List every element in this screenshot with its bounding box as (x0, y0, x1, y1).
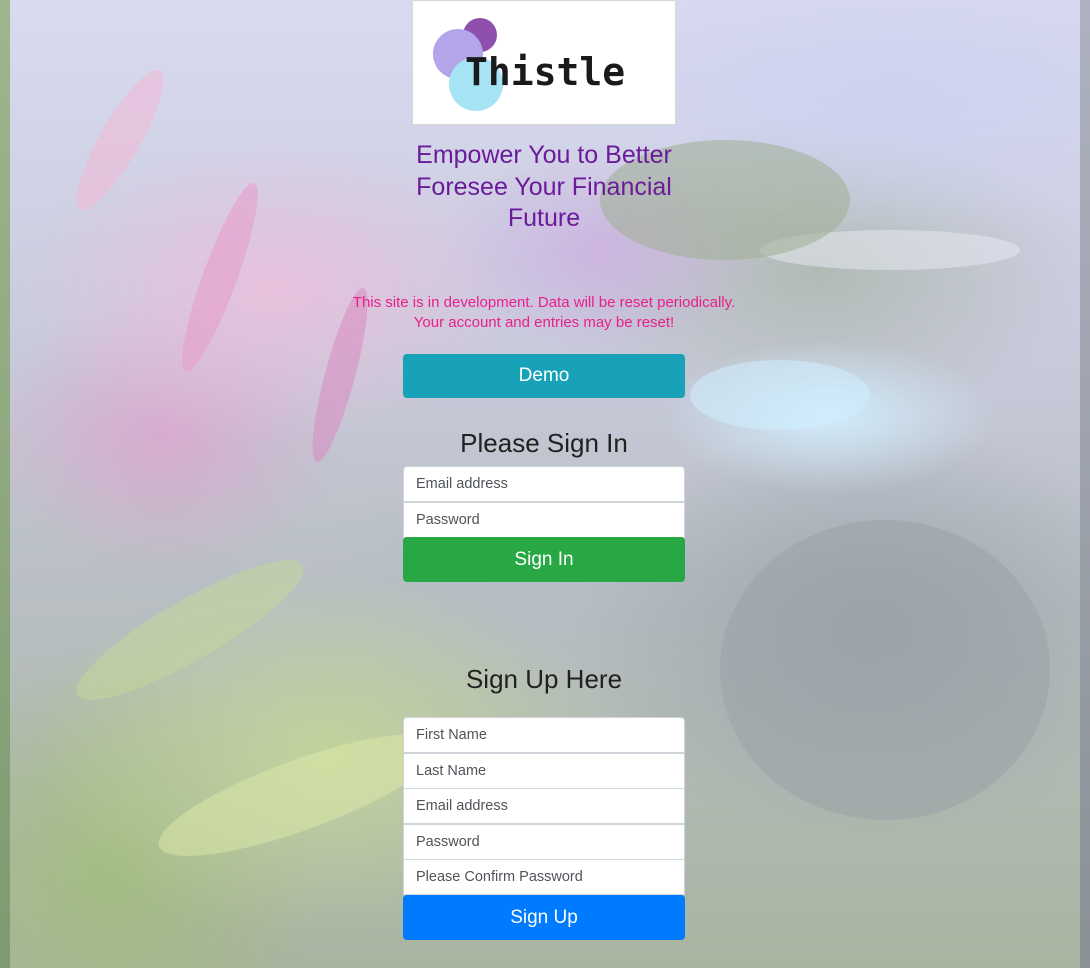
background-stroke (169, 177, 271, 377)
background-stroke (62, 60, 178, 220)
last-name-input[interactable] (403, 753, 685, 789)
left-edge (0, 0, 10, 968)
sign-in-password-input[interactable] (403, 502, 685, 538)
notice-line-1: This site is in development. Data will b… (352, 294, 736, 311)
sign-in-heading: Please Sign In (460, 428, 628, 458)
sign-in-button[interactable]: Sign In (403, 537, 685, 582)
first-name-input[interactable] (403, 717, 685, 753)
notice-line-2: Your account and entries may be reset! (413, 314, 675, 331)
sign-up-email-input[interactable] (403, 788, 685, 824)
demo-button[interactable]: Demo (403, 354, 685, 398)
sign-up-button[interactable]: Sign Up (403, 895, 685, 940)
logo-text: Thistle (465, 50, 626, 94)
background-stroke (690, 360, 870, 430)
tagline: Empower You to Better Foresee Your Finan… (416, 141, 672, 232)
sign-in-email-input[interactable] (403, 466, 685, 502)
sign-up-password-input[interactable] (403, 824, 685, 860)
development-notice: This site is in development. Data will b… (300, 293, 788, 333)
confirm-password-input[interactable] (403, 859, 685, 895)
background-stroke (720, 520, 1050, 820)
right-edge (1080, 0, 1090, 968)
background-stroke (62, 539, 318, 721)
sign-up-heading: Sign Up Here (465, 664, 623, 694)
thistle-logo: Thistle (412, 0, 676, 125)
